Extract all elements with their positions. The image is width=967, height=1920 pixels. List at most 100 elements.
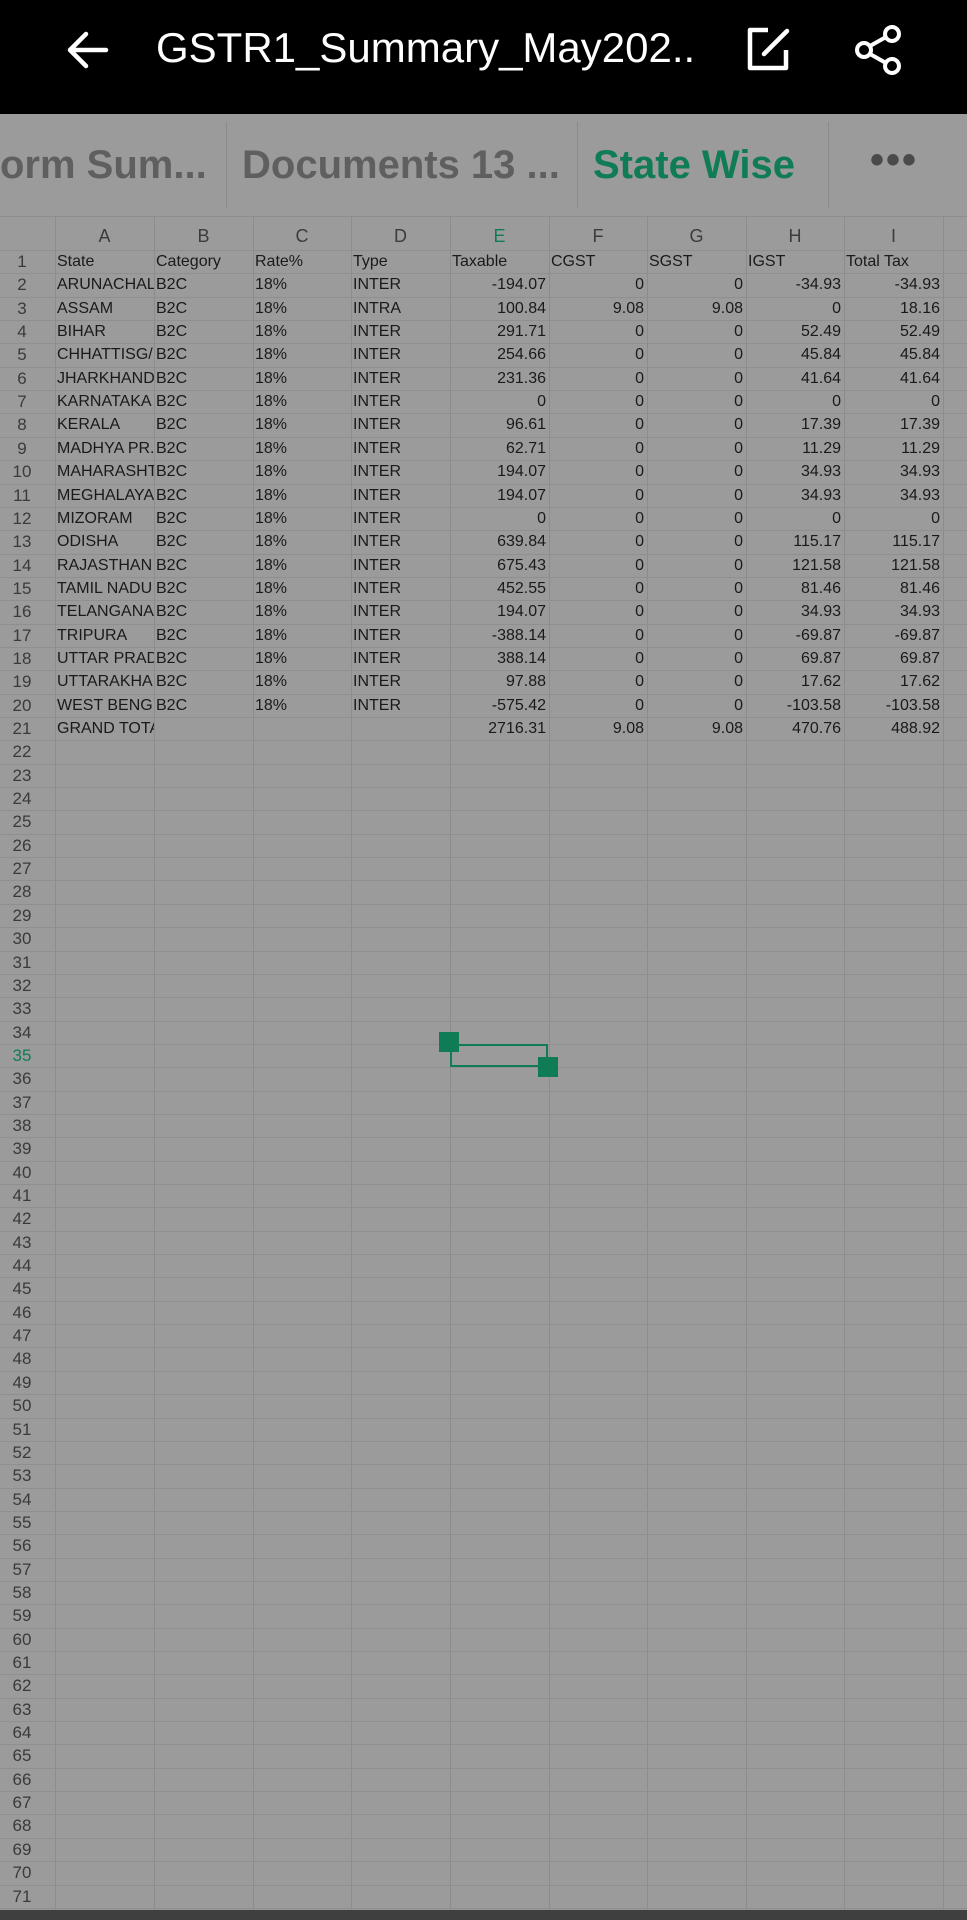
row-header[interactable]: 13 [0, 530, 44, 553]
table-cell[interactable]: 0 [647, 670, 743, 693]
table-cell[interactable]: B2C [156, 530, 253, 553]
table-cell[interactable]: 0 [647, 647, 743, 670]
table-cell[interactable]: 0 [647, 437, 743, 460]
table-cell[interactable]: B2C [156, 600, 253, 623]
row-header[interactable]: 58 [0, 1581, 44, 1604]
table-cell[interactable]: MADHYA PR. [57, 437, 154, 460]
row-header[interactable]: 47 [0, 1324, 44, 1347]
row-header[interactable]: 43 [0, 1231, 44, 1254]
table-cell[interactable]: 0 [647, 273, 743, 296]
table-cell[interactable]: JHARKHAND [57, 367, 154, 390]
table-cell[interactable]: 194.07 [450, 600, 546, 623]
row-header[interactable]: 20 [0, 694, 44, 717]
table-cell[interactable]: INTER [353, 460, 450, 483]
row-header[interactable]: 35 [0, 1044, 44, 1067]
table-cell[interactable]: B2C [156, 554, 253, 577]
table-cell[interactable]: 18% [255, 577, 351, 600]
table-cell[interactable]: 62.71 [450, 437, 546, 460]
row-header[interactable]: 61 [0, 1651, 44, 1674]
table-cell[interactable]: 34.93 [844, 600, 940, 623]
row-header[interactable]: 60 [0, 1628, 44, 1651]
table-cell[interactable]: 0 [647, 624, 743, 647]
tab-state-wise[interactable]: State Wise [593, 114, 823, 216]
table-cell[interactable]: CHHATTISG/ [57, 343, 154, 366]
row-header[interactable]: 36 [0, 1067, 44, 1090]
table-cell[interactable]: 18% [255, 670, 351, 693]
table-cell[interactable]: 115.17 [844, 530, 940, 553]
row-header[interactable]: 2 [0, 273, 44, 296]
table-cell[interactable]: 34.93 [746, 484, 841, 507]
table-cell[interactable]: B2C [156, 297, 253, 320]
table-cell[interactable]: B2C [156, 390, 253, 413]
table-header-cell[interactable]: Category [156, 250, 253, 273]
row-header[interactable]: 31 [0, 951, 44, 974]
table-cell[interactable]: 0 [549, 413, 644, 436]
row-header[interactable]: 52 [0, 1441, 44, 1464]
table-cell[interactable]: 18% [255, 530, 351, 553]
row-header[interactable]: 68 [0, 1814, 44, 1837]
table-cell[interactable]: 231.36 [450, 367, 546, 390]
row-header[interactable]: 32 [0, 974, 44, 997]
table-cell[interactable]: B2C [156, 577, 253, 600]
table-cell[interactable]: 17.39 [746, 413, 841, 436]
table-cell[interactable]: 18% [255, 554, 351, 577]
tab-form-summary[interactable]: orm Sum... [0, 114, 212, 216]
table-cell[interactable]: INTER [353, 647, 450, 670]
column-header-d[interactable]: D [351, 216, 450, 250]
table-cell[interactable]: MEGHALAYA [57, 484, 154, 507]
row-header[interactable]: 16 [0, 600, 44, 623]
table-cell[interactable]: 11.29 [746, 437, 841, 460]
table-cell[interactable]: 0 [549, 694, 644, 717]
table-cell[interactable]: INTRA [353, 297, 450, 320]
table-header-cell[interactable]: Total Tax [846, 250, 943, 273]
row-header[interactable]: 66 [0, 1768, 44, 1791]
table-cell[interactable]: B2C [156, 670, 253, 693]
table-cell[interactable]: -103.58 [844, 694, 940, 717]
table-cell[interactable]: 9.08 [647, 297, 743, 320]
row-header[interactable]: 65 [0, 1744, 44, 1767]
table-cell[interactable]: 0 [647, 320, 743, 343]
row-header[interactable]: 50 [0, 1394, 44, 1417]
table-cell[interactable]: 2716.31 [450, 717, 546, 740]
table-cell[interactable]: 0 [549, 460, 644, 483]
row-header[interactable]: 19 [0, 670, 44, 693]
row-header[interactable]: 42 [0, 1207, 44, 1230]
row-header[interactable]: 71 [0, 1885, 44, 1908]
table-cell[interactable]: 9.08 [549, 717, 644, 740]
table-cell[interactable]: 9.08 [549, 297, 644, 320]
table-cell[interactable]: B2C [156, 460, 253, 483]
table-cell[interactable]: INTER [353, 320, 450, 343]
table-cell[interactable]: 18% [255, 273, 351, 296]
table-cell[interactable]: 41.64 [746, 367, 841, 390]
row-header[interactable]: 1 [0, 250, 44, 273]
table-cell[interactable]: 0 [647, 530, 743, 553]
row-header[interactable]: 5 [0, 343, 44, 366]
table-cell[interactable]: 488.92 [844, 717, 940, 740]
table-cell[interactable]: 0 [647, 694, 743, 717]
table-cell[interactable]: 0 [844, 390, 940, 413]
table-cell[interactable]: -388.14 [450, 624, 546, 647]
table-cell[interactable]: WEST BENG. [57, 694, 154, 717]
selection-handle-start[interactable] [439, 1031, 459, 1052]
table-cell[interactable]: 121.58 [746, 554, 841, 577]
column-header-e[interactable]: E [450, 216, 549, 250]
row-header[interactable]: 44 [0, 1254, 44, 1277]
row-header[interactable]: 53 [0, 1464, 44, 1487]
table-cell[interactable]: 0 [549, 320, 644, 343]
table-cell[interactable]: RAJASTHAN [57, 554, 154, 577]
table-cell[interactable]: 0 [549, 390, 644, 413]
row-header[interactable]: 51 [0, 1418, 44, 1441]
table-cell[interactable]: ARUNACHAL [57, 273, 154, 296]
table-cell[interactable]: 0 [647, 507, 743, 530]
arrow-left-icon[interactable] [60, 22, 116, 78]
column-header-b[interactable]: B [154, 216, 253, 250]
row-header[interactable]: 38 [0, 1114, 44, 1137]
table-header-cell[interactable]: SGST [649, 250, 746, 273]
row-header[interactable]: 67 [0, 1791, 44, 1814]
row-header[interactable]: 14 [0, 554, 44, 577]
row-header[interactable]: 69 [0, 1838, 44, 1861]
table-cell[interactable]: 121.58 [844, 554, 940, 577]
table-cell[interactable]: 0 [746, 390, 841, 413]
table-cell[interactable]: 18% [255, 343, 351, 366]
table-cell[interactable]: 81.46 [844, 577, 940, 600]
